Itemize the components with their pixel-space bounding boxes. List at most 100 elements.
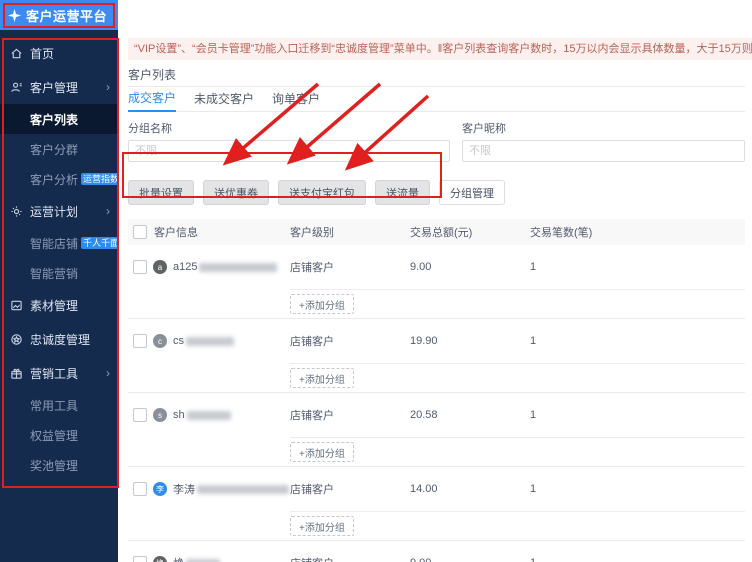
transaction-amount: 9.00 <box>410 557 530 562</box>
row-checkbox[interactable] <box>133 334 147 348</box>
redacted-name-blur <box>186 559 220 562</box>
tab-deal-customers[interactable]: 成交客户 <box>128 87 176 112</box>
transaction-count: 1 <box>530 335 745 347</box>
add-group-row: +添加分组 <box>128 363 745 392</box>
send-data-traffic-button[interactable]: 送流量 <box>375 180 430 205</box>
add-group-row: +添加分组 <box>128 289 745 318</box>
customer-nickname-label: 客户昵称 <box>462 120 745 136</box>
table-row: c cs 店铺客户 19.90 1 <box>128 319 745 363</box>
customer-name: sh <box>173 409 231 421</box>
send-coupon-button[interactable]: 送优惠券 <box>203 180 269 205</box>
filter-customer-nickname: 客户昵称 <box>462 116 745 162</box>
group-name-label: 分组名称 <box>128 120 450 136</box>
customer-name: cs <box>173 335 234 347</box>
filter-group-name: 分组名称 <box>128 116 450 162</box>
row-checkbox[interactable] <box>133 556 147 562</box>
filter-row: 分组名称 客户昵称 <box>128 116 745 162</box>
sidebar-item-loyalty-management[interactable]: 忠诚度管理 <box>0 322 118 356</box>
select-all-checkbox[interactable] <box>133 225 147 239</box>
redacted-name-blur <box>199 263 277 272</box>
sidebar-item-prize-pool-management[interactable]: 奖池管理 <box>0 450 118 480</box>
customer-name: 焕 <box>173 555 220 562</box>
header-customer-info: 客户信息 <box>128 224 290 240</box>
row-checkbox[interactable] <box>133 408 147 422</box>
gift-icon <box>10 367 23 380</box>
sidebar-item-label: 营销工具 <box>30 365 78 382</box>
transaction-amount: 9.00 <box>410 261 530 273</box>
customer-level: 店铺客户 <box>290 333 410 349</box>
redacted-name-blur <box>187 411 231 420</box>
sidebar-item-common-tools[interactable]: 常用工具 <box>0 390 118 420</box>
sidebar-item-label: 运营计划 <box>30 203 78 220</box>
sidebar-item-material-management[interactable]: 素材管理 <box>0 288 118 322</box>
tab-bar: 成交客户 未成交客户 询单客户 <box>128 87 745 112</box>
sidebar-item-rights-management[interactable]: 权益管理 <box>0 420 118 450</box>
sidebar-item-label: 权益管理 <box>30 427 78 444</box>
column-header: 客户信息 <box>154 224 198 240</box>
loyalty-icon <box>10 333 23 346</box>
transaction-amount: 14.00 <box>410 483 530 495</box>
redacted-name-blur <box>186 337 234 346</box>
app-title: 客户运营平台 <box>26 6 107 25</box>
add-group-button[interactable]: +添加分组 <box>290 368 354 388</box>
row-checkbox[interactable] <box>133 260 147 274</box>
customer-name: a125 <box>173 261 277 273</box>
add-group-row: +添加分组 <box>128 511 745 540</box>
notice-text: “VIP设置”、“会员卡管理”功能入口迁移到“忠诚度管理”菜单中。‖客户列表查询… <box>134 43 752 55</box>
sidebar-item-marketing-tools[interactable]: 营销工具 › <box>0 356 118 390</box>
app-header: 客户运营平台 <box>0 0 118 30</box>
transaction-amount: 19.90 <box>410 335 530 347</box>
table-body: a a125 店铺客户 9.00 1 +添加分组 c cs <box>128 245 745 562</box>
customer-info-cell: 焕 焕 <box>128 555 290 562</box>
batch-settings-button[interactable]: 批量设置 <box>128 180 194 205</box>
table-row: 李 李涛 店铺客户 14.00 1 <box>128 467 745 511</box>
transaction-count: 1 <box>530 557 745 562</box>
sidebar-item-label: 客户分析 <box>30 171 78 188</box>
sidebar: 首页 客户管理 › 客户列表 客户分群 客户分析 运营指数 运营计划 › 智能店… <box>0 30 118 562</box>
customer-info-cell: 李 李涛 <box>128 481 290 497</box>
sidebar-item-label: 客户管理 <box>30 79 78 96</box>
table-row-group: 李 李涛 店铺客户 14.00 1 +添加分组 <box>128 467 745 541</box>
tab-inquiry-customers[interactable]: 询单客户 <box>272 88 320 111</box>
sidebar-item-home[interactable]: 首页 <box>0 36 118 70</box>
sidebar-item-smart-store[interactable]: 智能店铺 千人千面 <box>0 228 118 258</box>
send-alipay-redpacket-button[interactable]: 送支付宝红包 <box>278 180 366 205</box>
add-group-row: +添加分组 <box>128 437 745 466</box>
column-header: 客户级别 <box>290 224 410 240</box>
sidebar-item-customer-management[interactable]: 客户管理 › <box>0 70 118 104</box>
redacted-name-blur <box>197 485 289 494</box>
table-row-group: a a125 店铺客户 9.00 1 +添加分组 <box>128 245 745 319</box>
sidebar-item-customer-list[interactable]: 客户列表 <box>0 104 118 134</box>
tab-non-deal-customers[interactable]: 未成交客户 <box>194 88 254 111</box>
table-row: a a125 店铺客户 9.00 1 <box>128 245 745 289</box>
sidebar-item-smart-marketing[interactable]: 智能营销 <box>0 258 118 288</box>
table-header: 客户信息 客户级别 交易总额(元) 交易笔数(笔) <box>128 219 745 245</box>
customer-nickname-input[interactable] <box>462 140 745 162</box>
sidebar-item-customer-analysis[interactable]: 客户分析 运营指数 <box>0 164 118 194</box>
sidebar-item-operation-plan[interactable]: 运营计划 › <box>0 194 118 228</box>
chevron-right-icon: › <box>106 366 110 380</box>
plan-icon <box>10 205 23 218</box>
row-checkbox[interactable] <box>133 482 147 496</box>
app-logo-icon <box>7 8 22 23</box>
chevron-right-icon: › <box>106 204 110 218</box>
transaction-count: 1 <box>530 261 745 273</box>
customer-level: 店铺客户 <box>290 481 410 497</box>
sidebar-item-label: 忠诚度管理 <box>30 331 90 348</box>
avatar: s <box>153 408 167 422</box>
main-content: “VIP设置”、“会员卡管理”功能入口迁移到“忠诚度管理”菜单中。‖客户列表查询… <box>118 0 752 562</box>
add-group-button[interactable]: +添加分组 <box>290 294 354 314</box>
toolbar: 批量设置 送优惠券 送支付宝红包 送流量 分组管理 <box>128 180 752 205</box>
sidebar-item-customer-segments[interactable]: 客户分群 <box>0 134 118 164</box>
page-title: 客户列表 <box>128 68 176 82</box>
customer-level: 店铺客户 <box>290 259 410 275</box>
breadcrumb-row: 客户列表 <box>128 64 745 87</box>
sidebar-item-label: 客户分群 <box>30 141 78 158</box>
table-row-group: c cs 店铺客户 19.90 1 +添加分组 <box>128 319 745 393</box>
group-name-input[interactable] <box>128 140 450 162</box>
add-group-button[interactable]: +添加分组 <box>290 516 354 536</box>
sidebar-item-label: 智能营销 <box>30 265 78 282</box>
sidebar-badge: 千人千面 <box>81 237 121 249</box>
group-management-button[interactable]: 分组管理 <box>439 180 505 205</box>
add-group-button[interactable]: +添加分组 <box>290 442 354 462</box>
